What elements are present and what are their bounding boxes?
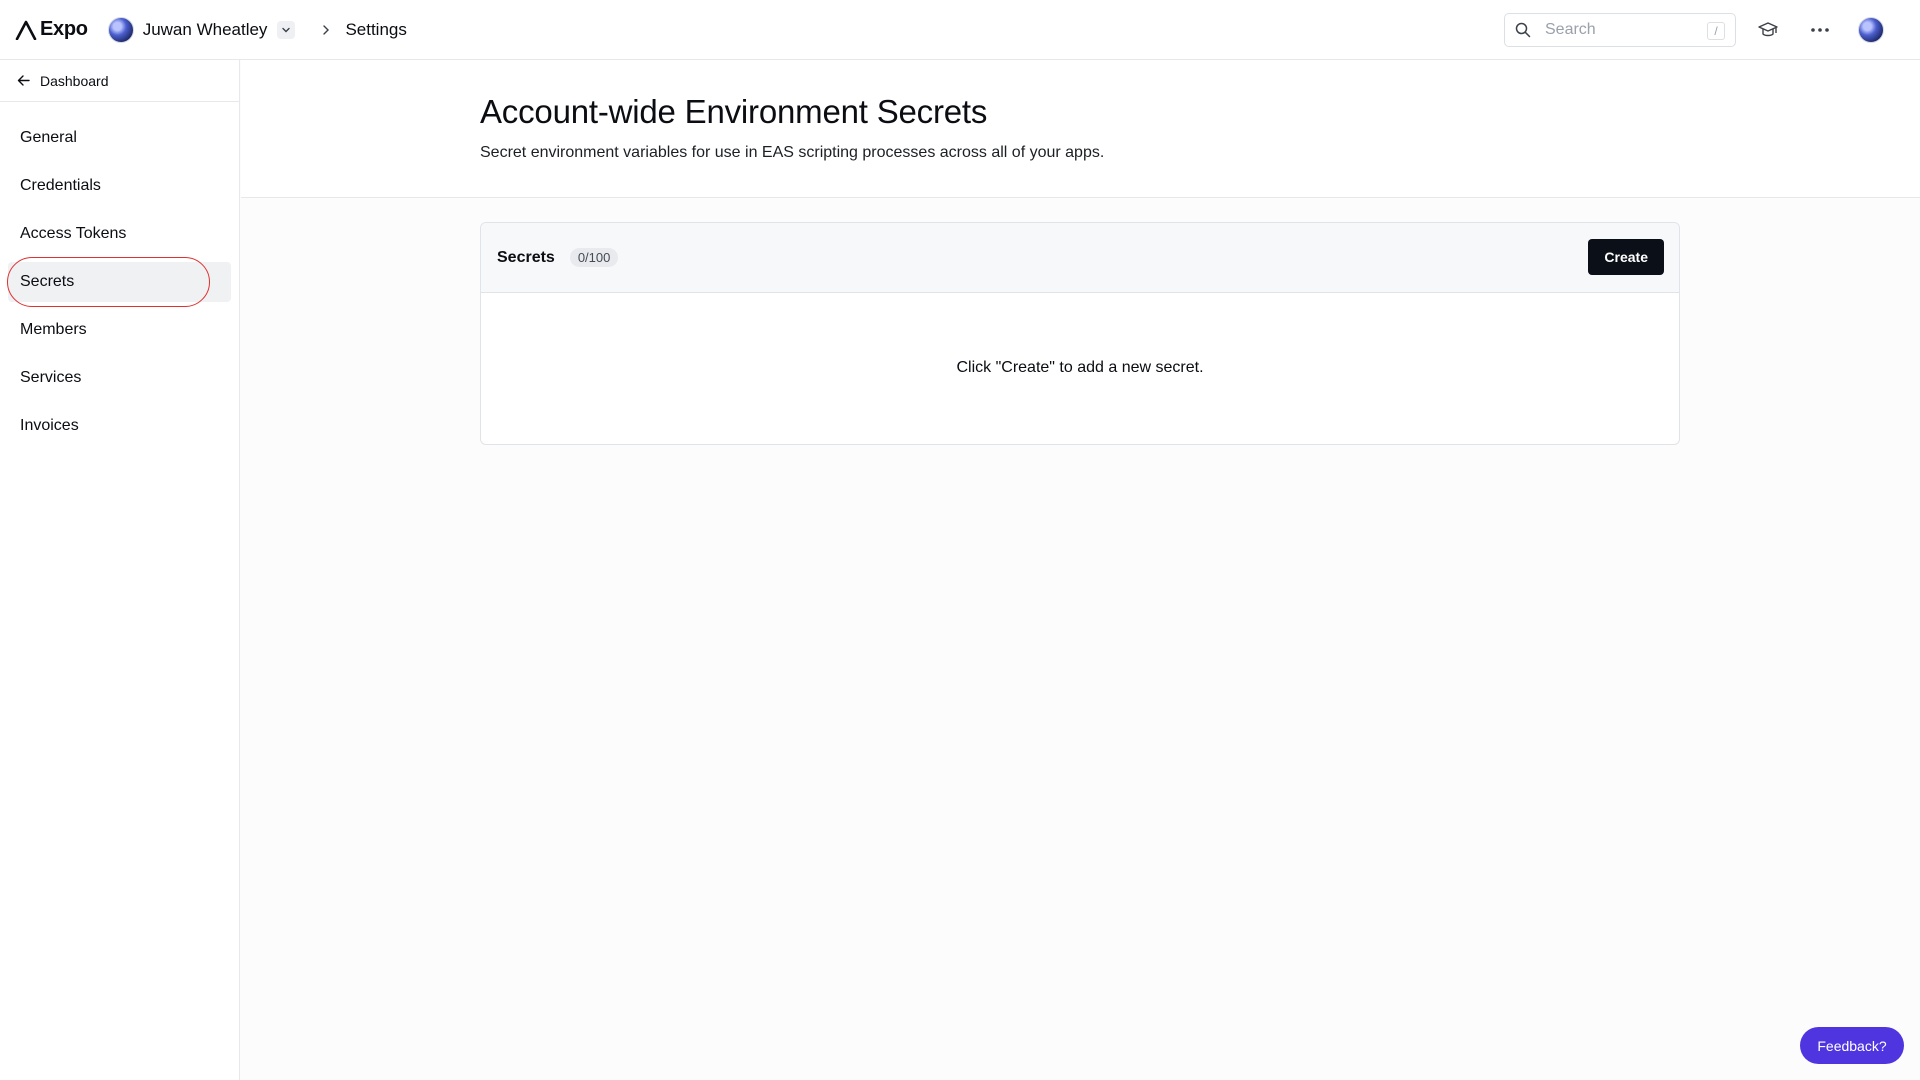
chevron-down-icon bbox=[282, 27, 291, 32]
feedback-button[interactable]: Feedback? bbox=[1800, 1027, 1904, 1064]
create-secret-button[interactable]: Create bbox=[1588, 239, 1664, 275]
page-header: Account-wide Environment Secrets Secret … bbox=[241, 60, 1920, 198]
secrets-count-badge: 0/100 bbox=[569, 248, 619, 267]
page-title: Account-wide Environment Secrets bbox=[480, 93, 988, 130]
sidebar-item-members[interactable]: Members bbox=[8, 310, 231, 350]
top-bar: Expo Juwan Wheatley Settings Search / bbox=[0, 0, 1920, 60]
sidebar-item-general[interactable]: General bbox=[8, 118, 231, 158]
secrets-card-title: Secrets bbox=[497, 248, 555, 266]
sidebar-item-secrets[interactable]: Secrets bbox=[7, 257, 231, 307]
more-options-button[interactable] bbox=[1808, 18, 1832, 42]
chevron-right-icon bbox=[319, 23, 333, 37]
expo-logo[interactable]: Expo bbox=[15, 18, 88, 41]
sidebar-item-label: Secrets bbox=[20, 273, 75, 290]
sidebar-item-label: Members bbox=[20, 321, 87, 338]
settings-sidebar: Dashboard General Credentials Access Tok… bbox=[0, 60, 240, 1080]
account-switcher[interactable]: Juwan Wheatley bbox=[107, 16, 296, 43]
sidebar-item-label: Access Tokens bbox=[20, 225, 127, 242]
brand-name: Expo bbox=[40, 18, 88, 40]
sidebar-item-access-tokens[interactable]: Access Tokens bbox=[8, 214, 231, 254]
search-shortcut-key: / bbox=[1707, 22, 1725, 40]
learn-button[interactable] bbox=[1756, 18, 1780, 42]
search-input[interactable]: Search / bbox=[1504, 13, 1736, 47]
back-link-label: Dashboard bbox=[40, 72, 109, 89]
account-avatar bbox=[107, 16, 134, 43]
more-horizontal-icon bbox=[1811, 28, 1829, 32]
arrow-left-icon bbox=[17, 75, 30, 86]
graduation-cap-icon bbox=[1758, 22, 1778, 37]
breadcrumb-settings[interactable]: Settings bbox=[345, 20, 406, 40]
sidebar-item-invoices[interactable]: Invoices bbox=[8, 406, 231, 446]
sidebar-item-credentials[interactable]: Credentials bbox=[8, 166, 231, 206]
secrets-card-header: Secrets 0/100 Create bbox=[481, 223, 1679, 293]
empty-state-message: Click "Create" to add a new secret. bbox=[956, 359, 1204, 376]
settings-nav: General Credentials Access Tokens Secret… bbox=[0, 118, 239, 446]
sidebar-item-label: Services bbox=[20, 369, 82, 386]
search-icon bbox=[1515, 22, 1531, 38]
sidebar-item-label: Credentials bbox=[20, 177, 101, 194]
account-name: Juwan Wheatley bbox=[142, 19, 268, 39]
page-subtitle: Secret environment variables for use in … bbox=[480, 144, 1105, 161]
sidebar-item-label: Invoices bbox=[20, 417, 79, 434]
user-avatar[interactable] bbox=[1858, 17, 1884, 43]
back-to-dashboard-link[interactable]: Dashboard bbox=[0, 60, 239, 102]
account-dropdown-button[interactable] bbox=[277, 20, 296, 39]
search-placeholder: Search bbox=[1545, 21, 1596, 38]
secrets-card: Secrets 0/100 Create Click "Create" to a… bbox=[480, 222, 1680, 445]
sidebar-item-services[interactable]: Services bbox=[8, 358, 231, 398]
sidebar-item-label: General bbox=[20, 129, 77, 146]
expo-logo-icon bbox=[15, 20, 37, 40]
